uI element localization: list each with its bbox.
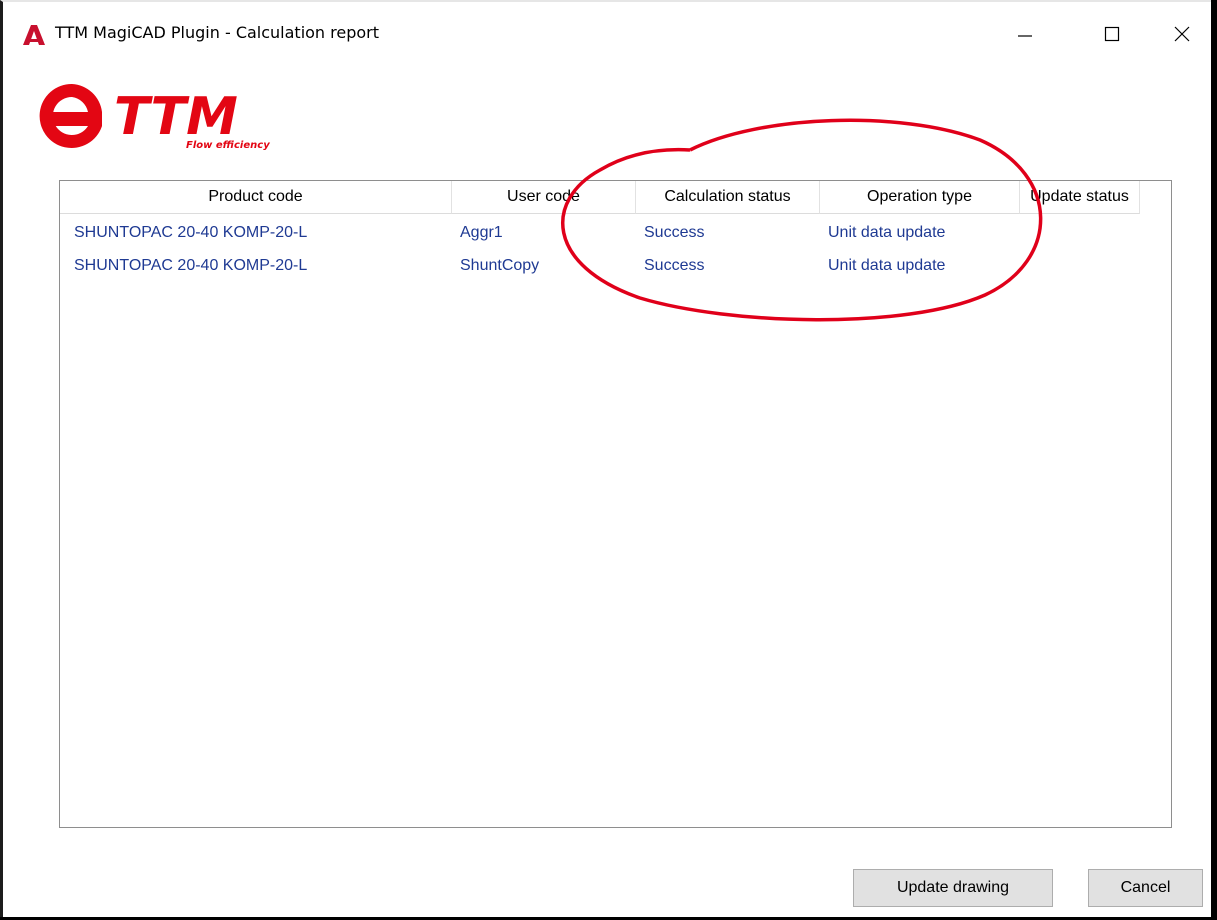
table-header: Product code User code Calculation statu… <box>60 181 1171 214</box>
cell-user-code: Aggr1 <box>460 223 503 241</box>
maximize-icon <box>1104 26 1120 42</box>
maximize-button[interactable] <box>1090 14 1134 54</box>
window-title: TTM MagiCAD Plugin - Calculation report <box>55 23 380 42</box>
table-row[interactable]: SHUNTOPAC 20-40 KOMP-20-L ShuntCopy Succ… <box>60 249 1171 282</box>
column-header-user-code[interactable]: User code <box>452 181 636 214</box>
minimize-button[interactable] <box>1003 14 1047 54</box>
cell-calculation-status: Success <box>644 256 705 274</box>
cell-operation-type: Unit data update <box>828 223 946 241</box>
update-drawing-button[interactable]: Update drawing <box>853 869 1053 907</box>
cell-operation-type: Unit data update <box>828 256 946 274</box>
cancel-button[interactable]: Cancel <box>1088 869 1203 907</box>
minimize-icon <box>1018 35 1032 37</box>
logo-brand-text: TTM <box>114 87 238 147</box>
column-header-update-status[interactable]: Update status <box>1020 181 1140 214</box>
table-row[interactable]: SHUNTOPAC 20-40 KOMP-20-L Aggr1 Success … <box>60 216 1171 249</box>
title-bar[interactable]: TTM MagiCAD Plugin - Calculation report <box>3 2 1211 62</box>
cell-user-code: ShuntCopy <box>460 256 540 274</box>
column-header-product-code[interactable]: Product code <box>60 181 452 214</box>
cell-product-code: SHUNTOPAC 20-40 KOMP-20-L <box>74 223 308 241</box>
cell-update-status <box>1026 249 1136 282</box>
cell-calculation-status: Success <box>644 223 705 241</box>
autocad-a-icon <box>23 25 45 45</box>
ttm-logo: TTM Flow efficiency <box>36 78 306 156</box>
close-icon <box>1174 26 1190 42</box>
logo-tagline: Flow efficiency <box>186 140 270 151</box>
close-button[interactable] <box>1160 14 1204 54</box>
calculation-report-table[interactable]: Product code User code Calculation statu… <box>59 180 1172 828</box>
column-header-calculation-status[interactable]: Calculation status <box>636 181 820 214</box>
calculation-report-window: TTM MagiCAD Plugin - Calculation report … <box>0 0 1211 917</box>
cell-update-status <box>1026 216 1136 249</box>
cell-product-code: SHUNTOPAC 20-40 KOMP-20-L <box>74 256 308 274</box>
column-header-operation-type[interactable]: Operation type <box>820 181 1020 214</box>
